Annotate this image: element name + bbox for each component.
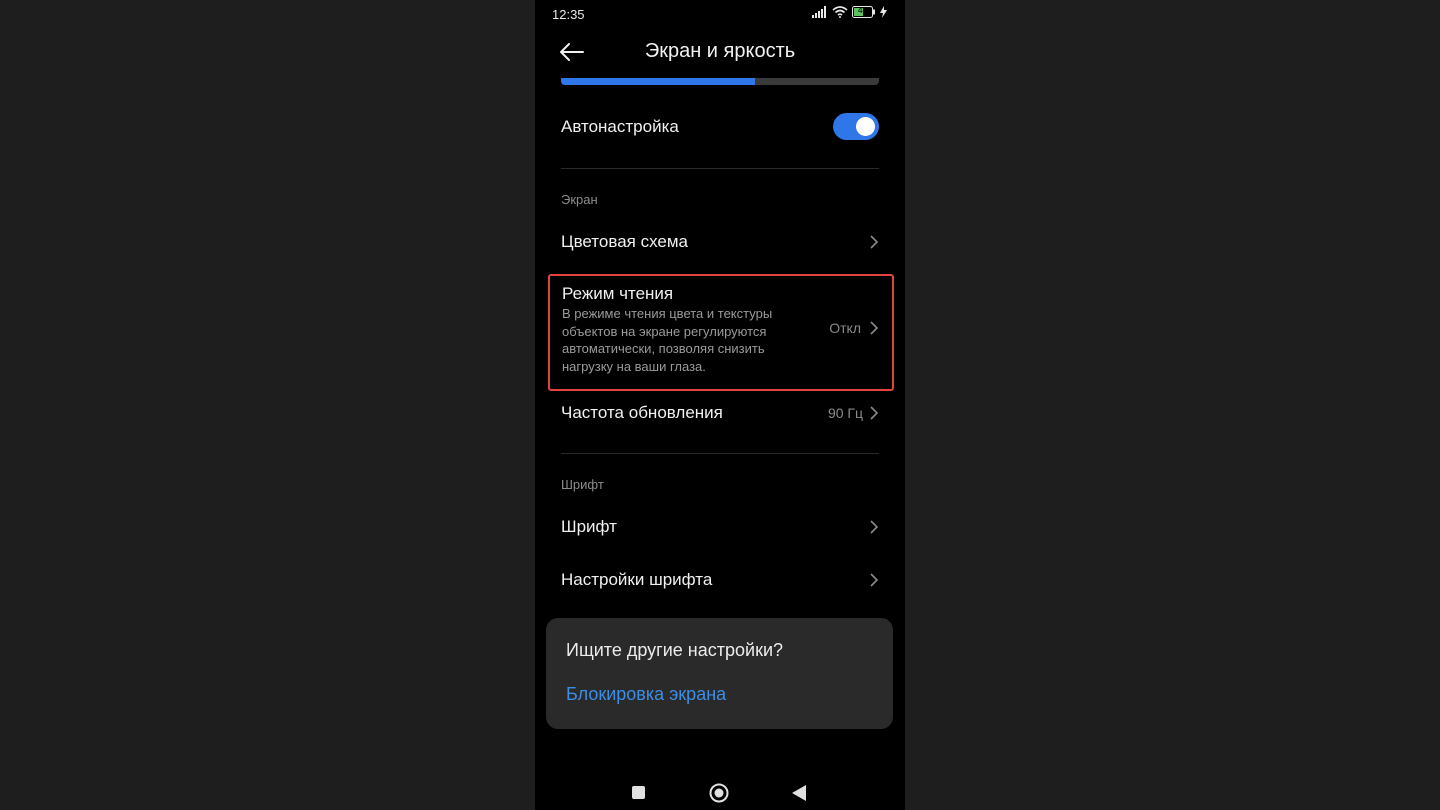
font-settings-label: Настройки шрифта <box>561 570 713 589</box>
brightness-slider-fill <box>561 78 755 85</box>
chevron-right-icon <box>869 320 879 336</box>
home-circle-icon <box>709 783 729 807</box>
suggestions-title: Ищите другие настройки? <box>566 640 784 660</box>
wifi-icon <box>832 5 848 23</box>
section-header-font: Шрифт <box>561 477 604 492</box>
refresh-rate-value: 90 Гц <box>827 405 863 421</box>
battery-icon: 44 <box>852 5 876 23</box>
signal-icon <box>812 5 828 23</box>
app-bar: Экран и яркость <box>535 30 905 76</box>
home-button[interactable] <box>709 783 729 808</box>
font-label: Шрифт <box>561 517 617 536</box>
font-settings-item[interactable]: Настройки шрифта <box>561 560 879 600</box>
back-nav-button[interactable] <box>792 785 806 806</box>
refresh-rate-label: Частота обновления <box>561 403 723 422</box>
auto-brightness-label: Автонастройка <box>561 117 679 136</box>
toggle-knob <box>856 117 875 136</box>
navigation-bar <box>535 772 905 810</box>
status-icons: 44 <box>812 5 887 23</box>
auto-brightness-row[interactable]: Автонастройка <box>561 100 879 152</box>
chevron-right-icon <box>869 405 879 421</box>
refresh-rate-item[interactable]: Частота обновления 90 Гц <box>561 393 879 433</box>
charging-icon <box>880 5 887 23</box>
chevron-right-icon <box>869 572 879 588</box>
battery-level: 44 <box>858 6 867 15</box>
font-item[interactable]: Шрифт <box>561 507 879 547</box>
page-title: Экран и яркость <box>644 40 796 62</box>
color-scheme-label: Цветовая схема <box>561 232 688 251</box>
chevron-right-icon <box>869 519 879 535</box>
reading-mode-description: В режиме чтения цвета и текстуры объекто… <box>562 306 773 374</box>
status-bar: 12:35 44 <box>535 0 905 30</box>
auto-brightness-toggle[interactable] <box>833 113 879 140</box>
status-time: 12:35 <box>552 7 585 22</box>
triangle-back-icon <box>792 785 806 805</box>
recents-button[interactable] <box>632 786 645 804</box>
color-scheme-item[interactable]: Цветовая схема <box>561 222 879 262</box>
reading-mode-item[interactable]: Режим чтения В режиме чтения цвета и тек… <box>548 274 894 391</box>
section-header-screen: Экран <box>561 192 598 207</box>
lock-screen-link[interactable]: Блокировка экрана <box>566 684 726 705</box>
divider <box>561 453 879 454</box>
brightness-slider[interactable] <box>561 78 879 85</box>
divider <box>561 168 879 169</box>
chevron-right-icon <box>869 234 879 250</box>
square-icon <box>632 786 645 803</box>
reading-mode-label: Режим чтения <box>562 284 674 303</box>
phone-screen: 12:35 44 Экран и яркость Автонастройка Э… <box>535 0 905 810</box>
suggestions-card: Ищите другие настройки? Блокировка экран… <box>546 618 893 729</box>
reading-mode-value: Откл <box>829 320 861 336</box>
